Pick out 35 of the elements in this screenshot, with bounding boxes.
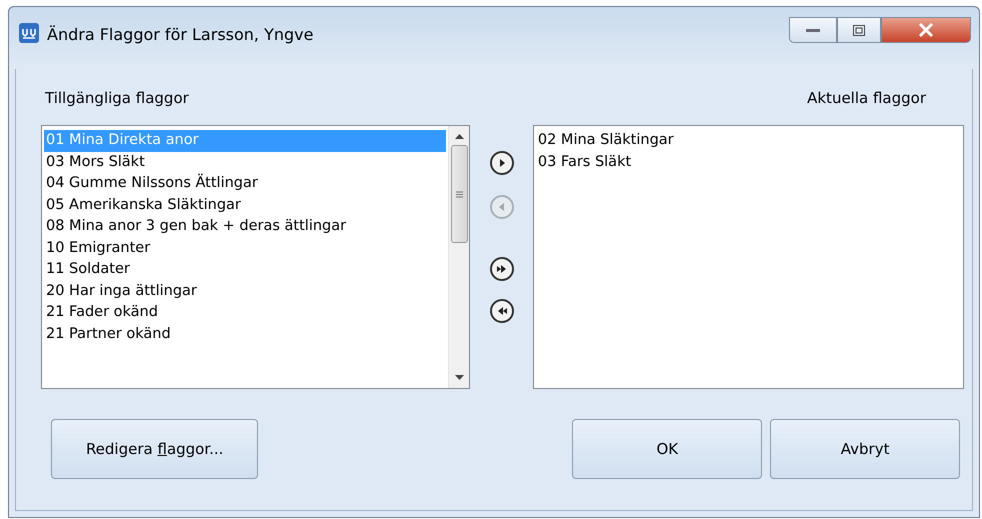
list-item[interactable]: 03 Mors Släkt [44,152,147,173]
maximize-button[interactable] [837,17,881,43]
triangle-icon [496,263,508,275]
list-box[interactable] [41,125,470,389]
ok-button[interactable]: OK [572,419,762,479]
scroll-thumb[interactable] [450,145,468,243]
move-right-button[interactable] [490,151,514,175]
triangle-icon [496,305,508,317]
minimize-icon [806,28,820,32]
list-item[interactable]: 02 Mina Släktingar [536,130,676,152]
window-title: Ändra Flaggor för Larsson, Yngve [47,25,314,44]
edit-flags-button[interactable]: Redigera flaggor... [51,419,258,479]
list-heading: Aktuella flaggor [807,89,926,109]
list-item[interactable]: 03 Fars Släkt [536,152,634,173]
restore-icon [853,24,865,36]
cancel-button[interactable]: Avbryt [770,419,960,479]
list-box[interactable]: 02 Mina Släktingar 03 Fars Släkt [532,125,964,389]
list-item[interactable]: 04 Gumme Nilssons Ättlingar [44,173,260,194]
scroll-down-icon[interactable] [454,375,464,380]
move-all-right-button[interactable] [490,257,514,281]
move-all-left-button[interactable] [490,299,514,323]
list-heading: Tillgängliga flaggor [45,89,189,109]
scrollbar[interactable] [448,126,470,388]
list-item[interactable]: 11 Soldater [44,259,132,280]
list-item[interactable]: 21 Fader okänd [44,302,160,324]
list-item[interactable]: 21 Partner okänd [44,324,173,345]
list-item[interactable]: 08 Mina anor 3 gen bak + deras ättlingar [44,216,348,238]
minimize-button[interactable] [789,17,837,43]
close-icon [918,23,934,37]
list-item[interactable]: 10 Emigranter [44,238,152,259]
close-button[interactable] [881,17,971,43]
list-item[interactable]: 20 Har inga ättlingar [44,280,199,302]
scroll-up-icon[interactable] [454,134,464,139]
app-icon [19,23,39,43]
list-item[interactable]: 05 Amerikanska Släktingar [44,194,243,216]
